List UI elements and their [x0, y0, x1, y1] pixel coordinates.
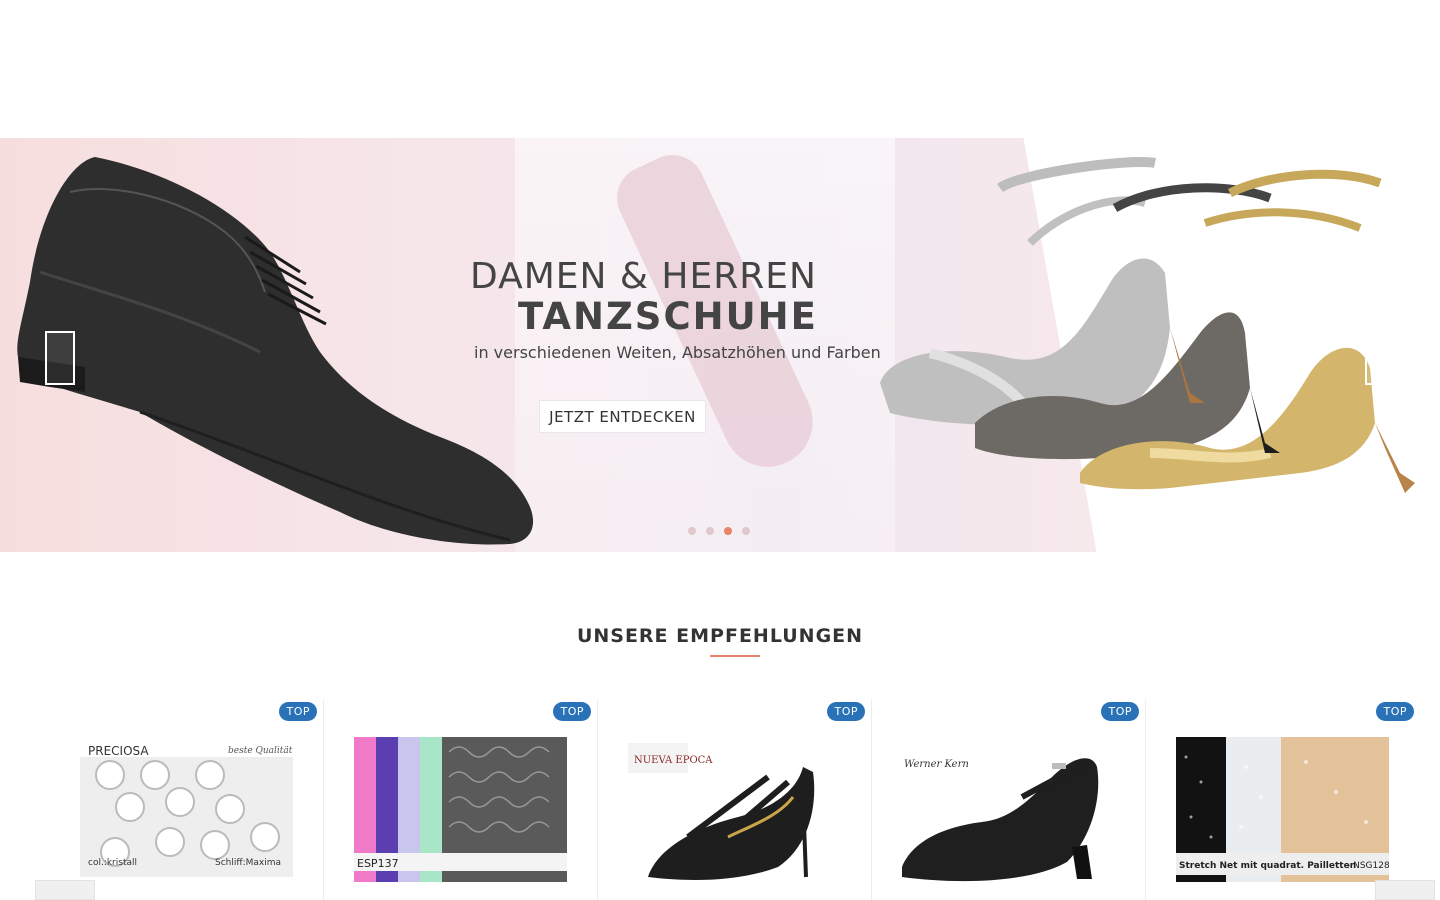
mens-shoe-image [17, 157, 534, 545]
slider-dot-3[interactable] [724, 527, 732, 535]
preciosa-color-text: col.:kristall [88, 858, 137, 868]
werner-kern-logo-text: Werner Kern [904, 759, 969, 770]
product-card[interactable]: TOP NUEVA EPOCA [598, 700, 872, 900]
header-area [0, 0, 1440, 138]
product-image-preciosa: PRECIOSA beste Qualität col.:kristall Sc… [80, 737, 293, 882]
preciosa-brand-text: PRECIOSA [88, 744, 149, 758]
slider-dots [688, 527, 750, 535]
ladies-shoes-image [880, 157, 1415, 493]
top-badge: TOP [827, 702, 865, 721]
hero-title-line1: DAMEN & HERREN [470, 256, 817, 297]
recommendations-title: UNSERE EMPFEHLUNGEN [576, 625, 864, 647]
top-badge: TOP [1376, 702, 1414, 721]
slider-dot-4[interactable] [742, 527, 750, 535]
recommendations-carousel: TOP PRECIOSA beste Qualität col.:kristal… [50, 700, 1420, 900]
product-card[interactable]: TOP PRECIOSA beste Qualität col.:kristal… [50, 700, 324, 900]
top-badge: TOP [1101, 702, 1139, 721]
stretch-net-code: - NSG128 [1347, 861, 1389, 871]
product-image-werner-kern-shoe: Werner Kern [902, 737, 1115, 882]
preciosa-quality-text: beste Qualität [228, 746, 293, 756]
slider-prev-arrow[interactable] [45, 331, 75, 385]
hero-subtitle: in verschiedenen Weiten, Absatzhöhen und… [474, 343, 881, 362]
nueva-epoca-logo-text: NUEVA EPOCA [634, 755, 713, 766]
product-card[interactable]: TOP Stretch Net mit quadrat. Pailletten … [1146, 700, 1420, 900]
top-badge: TOP [279, 702, 317, 721]
product-card[interactable]: TOP ESP137 [324, 700, 598, 900]
hero-title-line2: TANZSCHUHE [518, 295, 818, 338]
top-badge: TOP [553, 702, 591, 721]
hero-slider: DAMEN & HERREN TANZSCHUHE in verschieden… [0, 138, 1440, 552]
slider-dot-1[interactable] [688, 527, 696, 535]
product-image-stretch-net: Stretch Net mit quadrat. Pailletten - NS… [1176, 737, 1389, 882]
fabric-code-text: ESP137 [357, 857, 399, 870]
slider-dot-2[interactable] [706, 527, 714, 535]
product-image-fabric: ESP137 [354, 737, 567, 882]
slider-next-arrow[interactable] [1365, 331, 1395, 385]
carousel-next-button[interactable] [1375, 880, 1435, 900]
product-card[interactable]: TOP Werner Kern [872, 700, 1146, 900]
hero-cta-button[interactable]: JETZT ENTDECKEN [539, 400, 706, 433]
product-image-nueva-epoca-shoe: NUEVA EPOCA [628, 737, 841, 882]
stretch-net-caption: Stretch Net mit quadrat. Pailletten [1179, 861, 1356, 871]
preciosa-cut-text: Schliff:Maxima [215, 858, 281, 868]
carousel-prev-button[interactable] [35, 880, 95, 900]
recommendations-title-underline [710, 655, 760, 657]
